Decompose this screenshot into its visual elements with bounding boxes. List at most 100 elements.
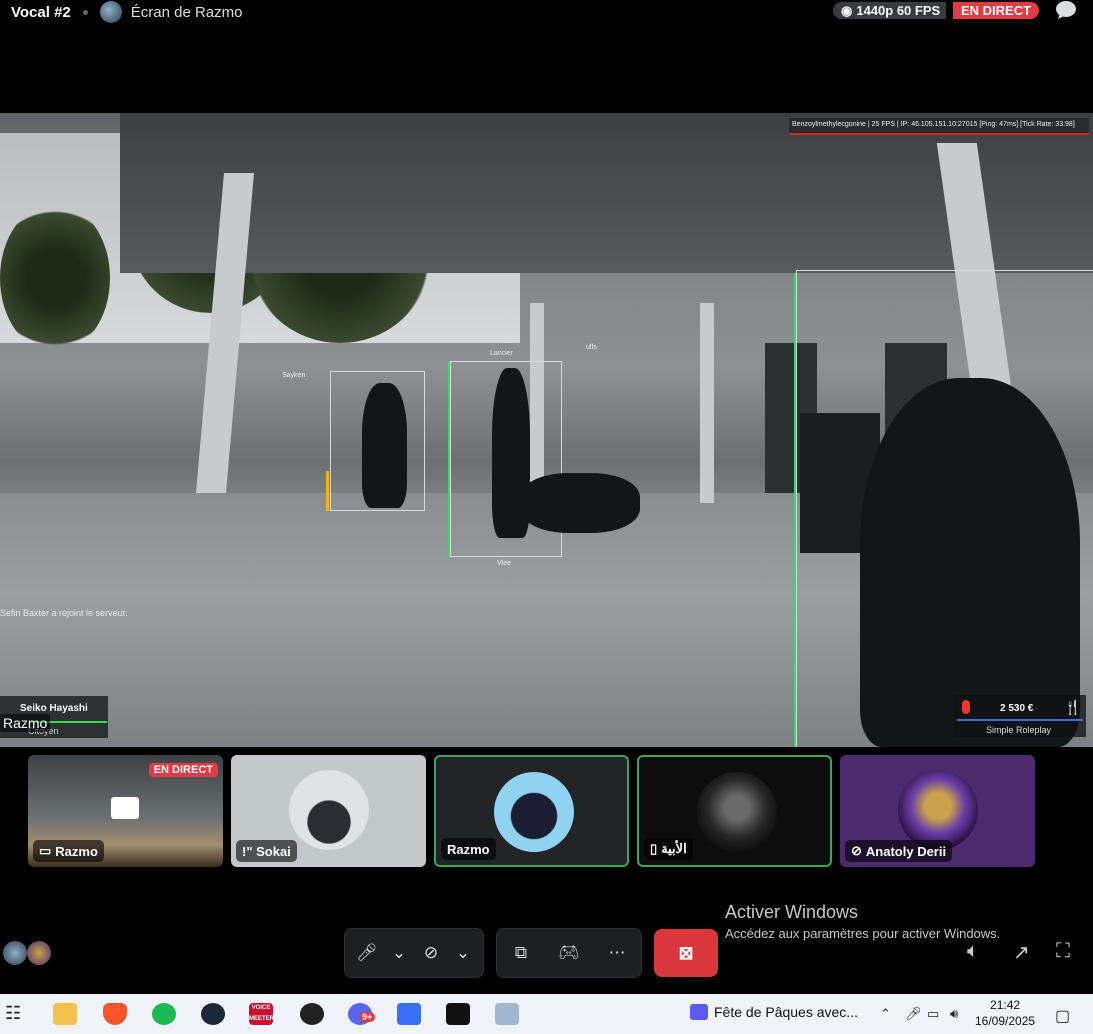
player-health-bar (448, 361, 450, 557)
mic-options-button[interactable]: ⌄ (389, 931, 409, 975)
participant-tiles: EN DIRECT ▭ Razmo !" Sokai Razmo ▯ الأبي… (28, 755, 1035, 867)
participant-name: !" Sokai (242, 843, 291, 859)
participant-label: ▯ الأبية (644, 838, 693, 860)
player-name-tag: Vlee (497, 560, 512, 567)
roblox-icon[interactable] (397, 1003, 421, 1025)
chat-icon[interactable] (1055, 0, 1077, 20)
stream-video[interactable]: Benzoylmethylecgonine | 25 FPS | IP: 46.… (0, 113, 1093, 747)
network-icon[interactable]: ▭ (927, 1006, 939, 1022)
screen-share-icon: ⧉ (514, 943, 528, 962)
watermark-title: Activer Windows (725, 902, 859, 922)
participant-name: Razmo (55, 843, 98, 859)
camera-button[interactable]: ⊘ (409, 931, 453, 975)
app-icon[interactable] (495, 1003, 519, 1025)
system-clock[interactable]: 21:42 16/09/2025 (975, 997, 1035, 1029)
server-info-hud: Benzoylmethylecgonine | 25 FPS | IP: 46.… (789, 118, 1089, 135)
phone-icon: ▯ (650, 841, 658, 856)
media-title: Fête de Pâques avec... (714, 1004, 858, 1020)
task-view-icon[interactable]: ☷ (5, 1003, 29, 1025)
avatar (898, 770, 978, 850)
participant-tile[interactable]: !" Sokai (231, 755, 426, 867)
participant-label: !" Sokai (236, 840, 297, 862)
stop-watching-button[interactable]: ⊠ (654, 929, 718, 977)
clock-date: 16/09/2025 (975, 1014, 1036, 1028)
player-name-tag: Lancier (490, 350, 513, 357)
avatar (697, 772, 777, 852)
stream-owner-label: Razmo (0, 714, 51, 732)
chevron-down-icon: ⌄ (391, 943, 407, 962)
live-badge: EN DIRECT (148, 763, 218, 777)
player-name: Seiko Hayashi (20, 703, 88, 714)
stream-title: Écran de Razmo (130, 3, 243, 21)
voice-controls: 🎤︎ ⌄ ⊘ ⌄ (344, 928, 484, 978)
player-name-tag: ulfs (586, 344, 597, 351)
activities-button[interactable]: 🎮︎ (547, 931, 591, 975)
chevron-up-icon[interactable]: ⌃ (880, 1006, 891, 1022)
player-name-tag: Sayken (282, 372, 306, 379)
scene-pillar (700, 303, 714, 503)
participant-tile[interactable]: Razmo (434, 755, 629, 867)
join-message: Sefin Baxter a rejoint le serveur. (0, 608, 128, 618)
clock-time: 21:42 (990, 998, 1021, 1012)
activity-controls: ⧉ 🎮︎ ⋯ (496, 928, 642, 978)
hunger-bar (957, 719, 1083, 721)
stop-stream-icon: ⊠ (678, 942, 694, 963)
screen-share-icon (111, 797, 139, 819)
more-icon: ⋯ (608, 943, 626, 962)
participant-tile[interactable]: EN DIRECT ▭ Razmo (28, 755, 223, 867)
player-figure (860, 378, 1080, 747)
screen-share-button[interactable]: ⧉ (499, 931, 543, 975)
screen-share-icon: ▭ (39, 843, 52, 858)
participant-name: Anatoly Derii (865, 843, 947, 859)
mic-icon (962, 700, 970, 714)
money-amount: 2 530 € (1000, 703, 1034, 714)
participant-name: الأبية (661, 841, 687, 856)
participant-tile[interactable]: ⊘ Anatoly Derii (840, 755, 1035, 867)
participant-label: ⊘ Anatoly Derii (845, 840, 953, 862)
avatar (494, 772, 574, 852)
app-icon[interactable] (446, 1003, 470, 1025)
stream-quality-icon: ◉ (841, 2, 853, 18)
camera-off-icon: ⊘ (423, 943, 439, 962)
steam-icon[interactable] (201, 1003, 225, 1025)
voice-channel-name[interactable]: Vocal #2 (11, 4, 71, 21)
avatar (289, 770, 369, 850)
player-figure (520, 473, 640, 533)
microphone-button[interactable]: 🎤︎ (345, 931, 389, 975)
windows-activation-watermark: Activer Windows Accédez aux paramètres p… (725, 902, 1000, 941)
server-name: Simple Roleplay (986, 725, 1052, 735)
file-explorer-icon[interactable] (53, 1003, 77, 1025)
participant-tile[interactable]: ▯ الأبية (637, 755, 832, 867)
camera-options-button[interactable]: ⌄ (453, 931, 473, 975)
player-figure (362, 383, 407, 508)
app-icon[interactable] (300, 1003, 324, 1025)
live-badge: EN DIRECT (953, 2, 1040, 19)
notifications-icon[interactable]: ▢ (1055, 1006, 1070, 1026)
video-off-icon: ⊘ (851, 843, 862, 858)
food-icon: 🍴 (1064, 699, 1082, 715)
popout-icon[interactable]: ↗ (1013, 940, 1030, 965)
fullscreen-icon[interactable]: ⛶ (1056, 940, 1070, 963)
volume-icon[interactable]: 🔊︎ (950, 1006, 958, 1022)
media-widget[interactable]: Fête de Pâques avec... (690, 1004, 858, 1020)
participant-label: Razmo (441, 838, 496, 860)
microphone-icon[interactable]: 🎤︎ (905, 1006, 922, 1022)
more-options-button[interactable]: ⋯ (595, 931, 639, 975)
avatar[interactable] (3, 941, 27, 965)
volume-icon[interactable]: 🔈︎ (967, 940, 979, 963)
chevron-down-icon: ⌄ (455, 943, 471, 962)
avatar[interactable] (27, 941, 51, 965)
watermark-subtitle: Accédez aux paramètres pour activer Wind… (725, 926, 1001, 941)
voicemeeter-icon[interactable]: VOICE MEETER (249, 1003, 274, 1025)
separator-dot (82, 9, 88, 15)
stream-quality-badge: ◉ 1440p 60 FPS (833, 2, 947, 19)
player-health-bar (326, 471, 329, 511)
play-icon (690, 1004, 708, 1020)
microphone-icon: 🎤︎ (356, 943, 378, 962)
spotify-icon[interactable] (152, 1003, 176, 1025)
participant-name: Razmo (447, 841, 490, 857)
stream-quality-label: 1440p 60 FPS (856, 3, 941, 18)
scene-tree (0, 203, 110, 353)
money-card: 2 530 € 🍴 Simple Roleplay (953, 695, 1086, 737)
gamepad-icon: 🎮︎ (558, 943, 580, 962)
